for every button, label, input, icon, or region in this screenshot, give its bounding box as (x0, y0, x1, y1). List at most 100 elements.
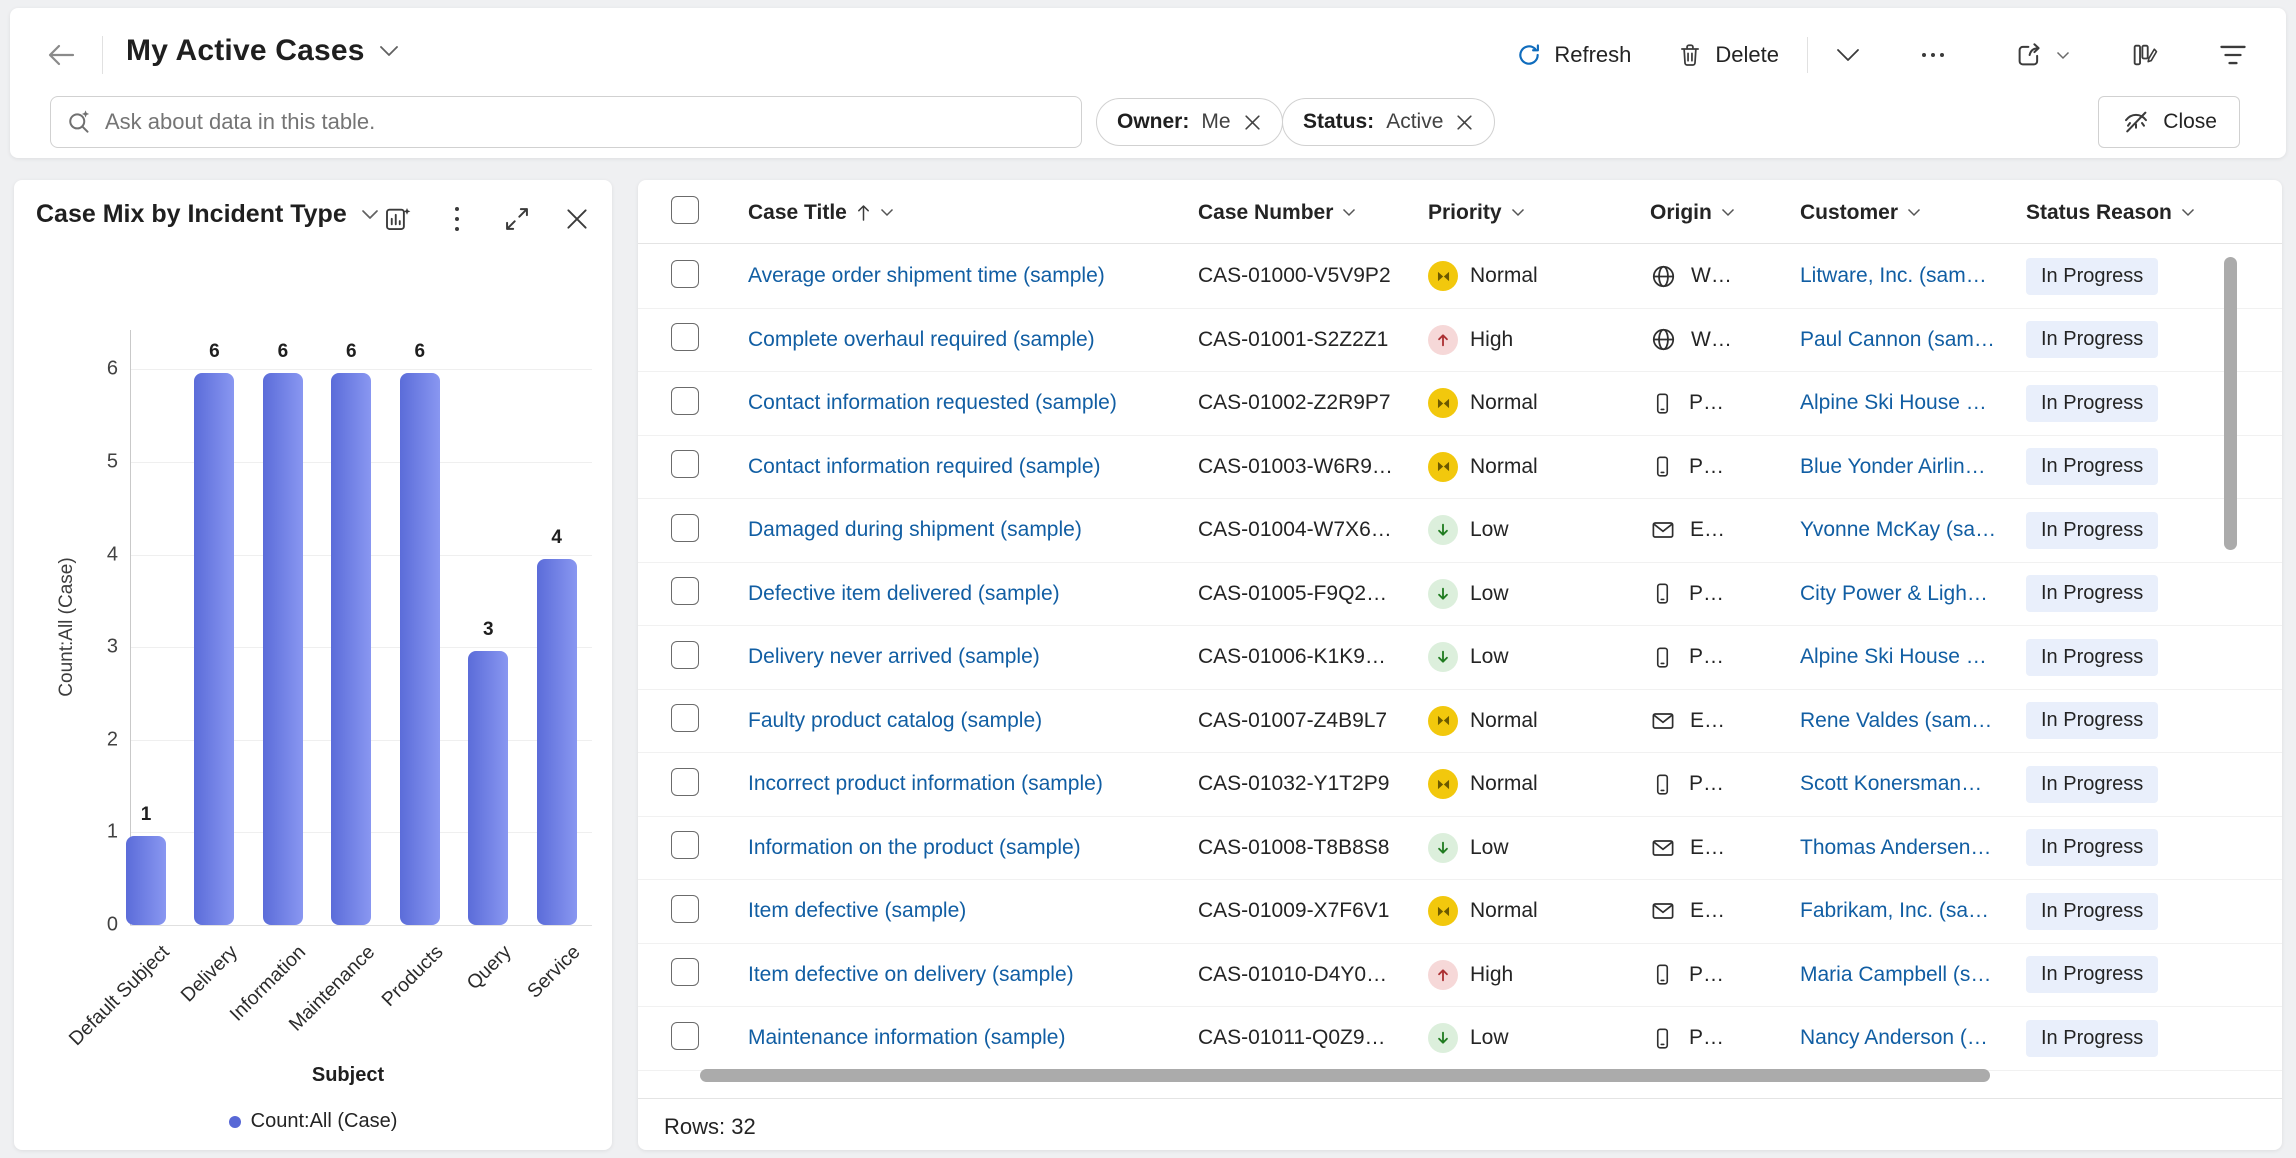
case-title-link[interactable]: Contact information required (sample) (748, 455, 1101, 478)
table-row[interactable]: Faulty product catalog (sample)CAS-01007… (638, 690, 2282, 754)
chevron-down-icon (1342, 208, 1356, 217)
filter-chip-status[interactable]: Status: Active (1282, 98, 1495, 146)
table-row[interactable]: Item defective on delivery (sample)CAS-0… (638, 944, 2282, 1008)
table-row[interactable]: Delivery never arrived (sample)CAS-01006… (638, 626, 2282, 690)
row-checkbox[interactable] (671, 1022, 699, 1050)
row-checkbox[interactable] (671, 831, 699, 859)
priority-label: Normal (1470, 455, 1538, 479)
row-checkbox[interactable] (671, 958, 699, 986)
customer-link[interactable]: Scott Konersman… (1800, 772, 1982, 795)
ellipsis-icon (1920, 51, 1946, 59)
customer-link[interactable]: Paul Cannon (sam… (1800, 328, 1995, 351)
back-arrow-icon (46, 43, 76, 67)
customer-link[interactable]: Nancy Anderson (… (1800, 1026, 1988, 1049)
close-icon[interactable] (1243, 113, 1262, 132)
customer-link[interactable]: Thomas Andersen… (1800, 836, 1991, 859)
case-title-link[interactable]: Maintenance information (sample) (748, 1026, 1065, 1049)
case-title-link[interactable]: Defective item delivered (sample) (748, 582, 1060, 605)
row-checkbox[interactable] (671, 387, 699, 415)
row-checkbox[interactable] (671, 323, 699, 351)
customer-link[interactable]: Rene Valdes (sam… (1800, 709, 1992, 732)
edit-columns-button[interactable] (2120, 35, 2168, 75)
share-button[interactable] (2004, 34, 2080, 76)
bar-query[interactable] (468, 651, 508, 925)
table-row[interactable]: Damaged during shipment (sample)CAS-0100… (638, 499, 2282, 563)
column-header-status-reason[interactable]: Status Reason (2026, 201, 2282, 225)
case-title-link[interactable]: Delivery never arrived (sample) (748, 645, 1040, 668)
horizontal-scrollbar[interactable] (700, 1069, 1990, 1082)
phone-icon (1650, 1026, 1675, 1051)
column-header-customer[interactable]: Customer (1800, 201, 2026, 225)
table-row[interactable]: Contact information required (sample)CAS… (638, 436, 2282, 500)
select-all-checkbox[interactable] (671, 196, 699, 224)
globe-icon (1650, 263, 1677, 290)
column-header-case-title[interactable]: Case Title (748, 201, 1198, 225)
chip-value: Active (1386, 110, 1443, 134)
bar-maintenance[interactable] (331, 373, 371, 925)
y-tick-label: 3 (72, 636, 118, 659)
case-title-link[interactable]: Contact information requested (sample) (748, 391, 1117, 414)
column-header-priority[interactable]: Priority (1428, 201, 1650, 225)
customer-link[interactable]: Fabrikam, Inc. (sa… (1800, 899, 1989, 922)
column-header-case-number[interactable]: Case Number (1198, 201, 1428, 225)
search-input[interactable] (103, 108, 1067, 136)
customer-link[interactable]: Alpine Ski House … (1800, 645, 1987, 668)
table-row[interactable]: Contact information requested (sample)CA… (638, 372, 2282, 436)
table-row[interactable]: Maintenance information (sample)CAS-0101… (638, 1007, 2282, 1071)
row-checkbox[interactable] (671, 260, 699, 288)
customer-link[interactable]: Yvonne McKay (sa… (1800, 518, 1996, 541)
case-title-link[interactable]: Damaged during shipment (sample) (748, 518, 1082, 541)
customer-link[interactable]: Blue Yonder Airlin… (1800, 455, 1986, 478)
view-selector[interactable]: My Active Cases (126, 34, 399, 68)
case-title-link[interactable]: Incorrect product information (sample) (748, 772, 1103, 795)
case-title-link[interactable]: Item defective on delivery (sample) (748, 963, 1074, 986)
table-row[interactable]: Item defective (sample)CAS-01009-X7F6V1N… (638, 880, 2282, 944)
customer-link[interactable]: Litware, Inc. (sam… (1800, 264, 1987, 287)
customer-link[interactable]: City Power & Ligh… (1800, 582, 1988, 605)
row-checkbox[interactable] (671, 450, 699, 478)
status-reason-badge: In Progress (2026, 385, 2158, 422)
bar-service[interactable] (537, 559, 577, 925)
chart-plot: Count:All (Case) Subject Count:All (Case… (14, 180, 612, 1150)
status-reason-badge: In Progress (2026, 258, 2158, 295)
chart-card: Case Mix by Incident Type Count:All (Cas… (14, 180, 612, 1150)
customer-link[interactable]: Alpine Ski House … (1800, 391, 1987, 414)
overflow-button[interactable] (1910, 45, 1956, 65)
filter-button[interactable] (2208, 36, 2258, 74)
table-row[interactable]: Incorrect product information (sample)CA… (638, 753, 2282, 817)
row-checkbox[interactable] (671, 768, 699, 796)
table-row[interactable]: Defective item delivered (sample)CAS-010… (638, 563, 2282, 627)
row-checkbox[interactable] (671, 514, 699, 542)
vertical-scrollbar[interactable] (2224, 257, 2237, 550)
refresh-button[interactable]: Refresh (1506, 36, 1641, 74)
ask-data-searchbox[interactable] (50, 96, 1082, 148)
filter-chip-owner[interactable]: Owner: Me (1096, 98, 1283, 146)
column-header-origin[interactable]: Origin (1650, 201, 1800, 225)
row-checkbox[interactable] (671, 704, 699, 732)
row-checkbox[interactable] (671, 577, 699, 605)
table-row[interactable]: Complete overhaul required (sample)CAS-0… (638, 309, 2282, 373)
bar-default-subject[interactable] (126, 836, 166, 925)
bar-products[interactable] (400, 373, 440, 925)
priority-label: Normal (1470, 899, 1538, 923)
x-tick-label: Delivery (177, 941, 243, 1007)
case-title-link[interactable]: Complete overhaul required (sample) (748, 328, 1095, 351)
delete-button[interactable]: Delete (1667, 36, 1789, 74)
case-title-link[interactable]: Faulty product catalog (sample) (748, 709, 1042, 732)
chevron-down-icon (2056, 51, 2070, 60)
more-commands-button[interactable] (1826, 42, 1870, 68)
y-tick-label: 5 (72, 451, 118, 474)
bar-delivery[interactable] (194, 373, 234, 925)
case-title-link[interactable]: Item defective (sample) (748, 899, 966, 922)
back-button[interactable] (40, 34, 82, 76)
close-icon[interactable] (1455, 113, 1474, 132)
case-title-link[interactable]: Information on the product (sample) (748, 836, 1081, 859)
bar-information[interactable] (263, 373, 303, 925)
customer-link[interactable]: Maria Campbell (s… (1800, 963, 1991, 986)
table-row[interactable]: Information on the product (sample)CAS-0… (638, 817, 2282, 881)
row-checkbox[interactable] (671, 895, 699, 923)
row-checkbox[interactable] (671, 641, 699, 669)
case-title-link[interactable]: Average order shipment time (sample) (748, 264, 1105, 287)
close-ask-data-button[interactable]: Close (2098, 96, 2240, 148)
table-row[interactable]: Average order shipment time (sample)CAS-… (638, 245, 2282, 309)
